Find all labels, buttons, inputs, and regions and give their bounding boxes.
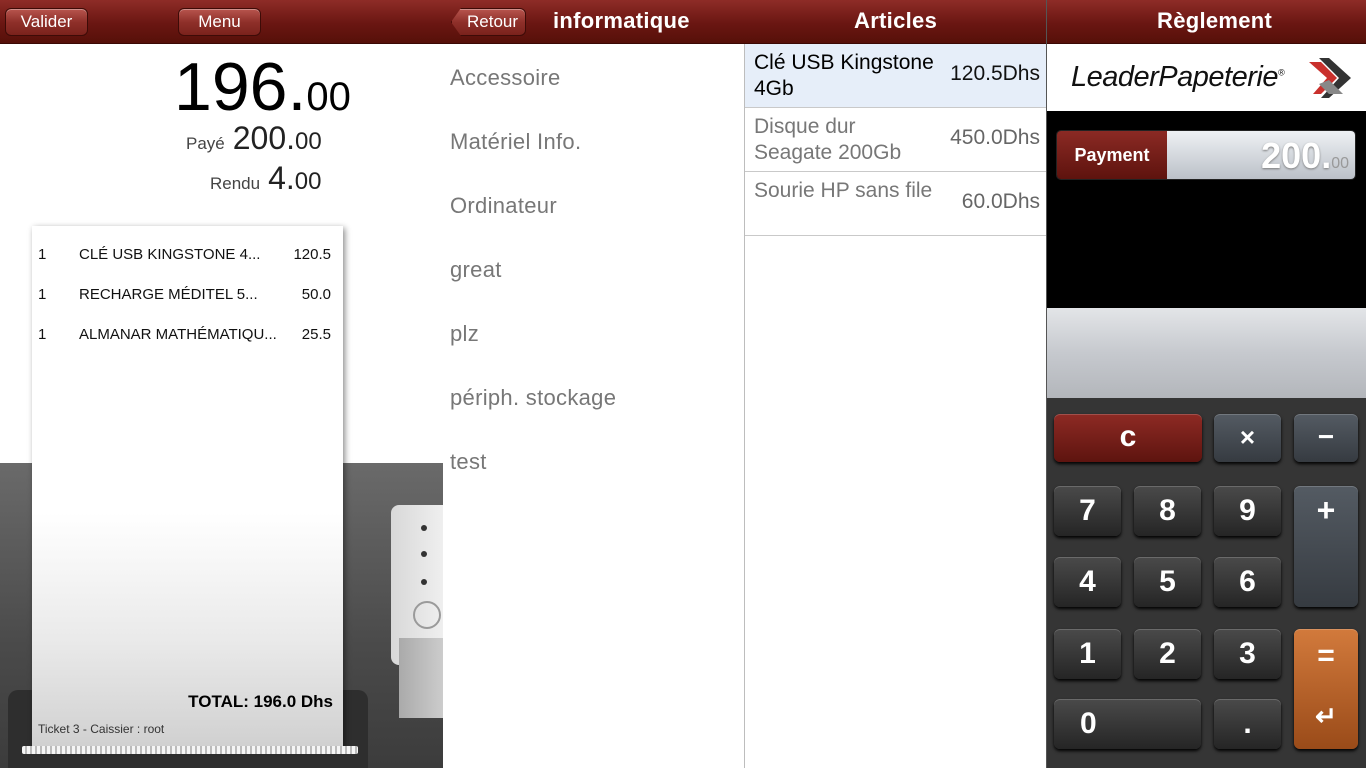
paid-integer: 200. xyxy=(232,120,296,156)
category-title: informatique xyxy=(553,8,690,33)
register-toolbar: Valider Menu xyxy=(0,0,443,44)
brand-logo: LeaderPapeterie® xyxy=(1047,44,1366,111)
dot-key[interactable]: . xyxy=(1214,699,1281,749)
payment-toolbar: Règlement xyxy=(1047,0,1366,44)
article-name: Sourie HP sans file xyxy=(754,179,933,202)
change-label: Rendu xyxy=(210,174,261,193)
multiply-key[interactable]: × xyxy=(1214,414,1281,462)
plus-key[interactable]: + xyxy=(1294,486,1358,607)
category-item-ordinateur[interactable]: Ordinateur xyxy=(450,193,557,219)
receipt-line-name: CLÉ USB KINGSTONE 4... xyxy=(79,246,261,263)
change-decimal: 00 xyxy=(294,168,322,195)
change-integer: 4. xyxy=(268,160,295,196)
equals-label: = xyxy=(1317,639,1335,672)
menu-button[interactable]: Menu xyxy=(178,8,261,36)
articles-title: Articles xyxy=(854,8,938,33)
category-item-test[interactable]: test xyxy=(450,449,487,475)
category-item-great[interactable]: great xyxy=(450,257,502,283)
article-price: 60.0Dhs xyxy=(961,190,1040,213)
receipt-line-price: 25.5 xyxy=(301,326,331,343)
receipt-ticket[interactable]: 1 CLÉ USB KINGSTONE 4... 120.5 1 RECHARG… xyxy=(32,226,343,748)
article-price: 450.0Dhs xyxy=(950,126,1040,149)
category-panel: Retour informatique Accessoire Matériel … xyxy=(443,0,745,768)
total-amount-integer: 196. xyxy=(174,49,307,125)
key-9[interactable]: 9 xyxy=(1214,486,1281,536)
key-7[interactable]: 7 xyxy=(1054,486,1121,536)
paid-amount: Payé 200.00 xyxy=(186,120,322,157)
category-item-plz[interactable]: plz xyxy=(450,321,479,347)
equals-enter-key[interactable]: = ↵ xyxy=(1294,629,1358,749)
receipt-footer: Ticket 3 - Caissier : root xyxy=(38,722,165,736)
minus-key[interactable]: − xyxy=(1294,414,1358,462)
key-6[interactable]: 6 xyxy=(1214,557,1281,607)
category-item-materiel-info[interactable]: Matériel Info. xyxy=(450,129,581,155)
keypad-header xyxy=(1047,308,1366,398)
category-toolbar: Retour informatique xyxy=(443,0,745,44)
receipt-line-qty: 1 xyxy=(38,286,47,303)
key-3[interactable]: 3 xyxy=(1214,629,1281,679)
payment-field[interactable]: Payment 200.00 xyxy=(1056,130,1356,180)
article-price: 120.5Dhs xyxy=(950,62,1040,85)
receipt-line-qty: 1 xyxy=(38,246,47,263)
articles-toolbar: Articles xyxy=(745,0,1046,44)
logo-text: LeaderPapeterie® xyxy=(1071,61,1285,93)
keypad: c × − 7 8 9 + 4 5 6 1 2 3 0 . = ↵ xyxy=(1047,398,1366,768)
enter-icon: ↵ xyxy=(1315,701,1337,731)
validate-button[interactable]: Valider xyxy=(5,8,88,36)
key-2[interactable]: 2 xyxy=(1134,629,1201,679)
article-row[interactable]: Disque dur Seagate 200Gb 450.0Dhs xyxy=(745,108,1046,172)
key-1[interactable]: 1 xyxy=(1054,629,1121,679)
total-amount: 196.00 xyxy=(174,48,351,126)
key-0[interactable]: 0 xyxy=(1054,699,1201,749)
receipt-total: TOTAL: 196.0 Dhs xyxy=(188,692,333,711)
receipt-line[interactable]: 1 CLÉ USB KINGSTONE 4... 120.5 xyxy=(32,246,343,266)
receipt-line[interactable]: 1 ALMANAR MATHÉMATIQU... 25.5 xyxy=(32,326,343,346)
paid-decimal: 00 xyxy=(295,128,322,155)
printer-side xyxy=(399,638,443,718)
receipt-line-price: 50.0 xyxy=(301,286,331,303)
category-item-accessoire[interactable]: Accessoire xyxy=(450,65,561,91)
back-button[interactable]: Retour xyxy=(451,8,526,36)
category-item-periph-stockage[interactable]: périph. stockage xyxy=(450,385,616,411)
receipt-line-price: 120.5 xyxy=(293,246,331,263)
paper-roll xyxy=(22,746,358,754)
articles-panel: Articles Clé USB Kingstone 4Gb 120.5Dhs … xyxy=(745,0,1046,768)
receipt-line-qty: 1 xyxy=(38,326,47,343)
key-4[interactable]: 4 xyxy=(1054,557,1121,607)
key-8[interactable]: 8 xyxy=(1134,486,1201,536)
article-row[interactable]: Sourie HP sans file 60.0Dhs xyxy=(745,172,1046,236)
logo-arrow-icon xyxy=(1301,58,1351,98)
payment-panel: Règlement LeaderPapeterie® Payment 200.0… xyxy=(1046,0,1366,768)
article-row[interactable]: Clé USB Kingstone 4Gb 120.5Dhs xyxy=(745,44,1046,108)
paid-label: Payé xyxy=(186,134,225,153)
payment-title: Règlement xyxy=(1157,8,1273,33)
article-name: Disque dur Seagate 200Gb xyxy=(754,115,902,164)
register-panel: Valider Menu 196.00 Payé 200.00 Rendu 4.00… xyxy=(0,0,443,768)
clear-key[interactable]: c xyxy=(1054,414,1202,462)
article-name: Clé USB Kingstone 4Gb xyxy=(754,51,934,100)
key-5[interactable]: 5 xyxy=(1134,557,1201,607)
receipt-line[interactable]: 1 RECHARGE MÉDITEL 5... 50.0 xyxy=(32,286,343,306)
total-amount-decimal: 00 xyxy=(306,75,351,119)
change-amount: Rendu 4.00 xyxy=(210,160,322,197)
receipt-line-name: ALMANAR MATHÉMATIQU... xyxy=(79,326,277,343)
payment-field-value: 200.00 xyxy=(1167,131,1355,179)
payment-field-label: Payment xyxy=(1057,131,1167,179)
receipt-line-name: RECHARGE MÉDITEL 5... xyxy=(79,286,258,303)
payment-display: Payment 200.00 xyxy=(1047,111,1366,308)
